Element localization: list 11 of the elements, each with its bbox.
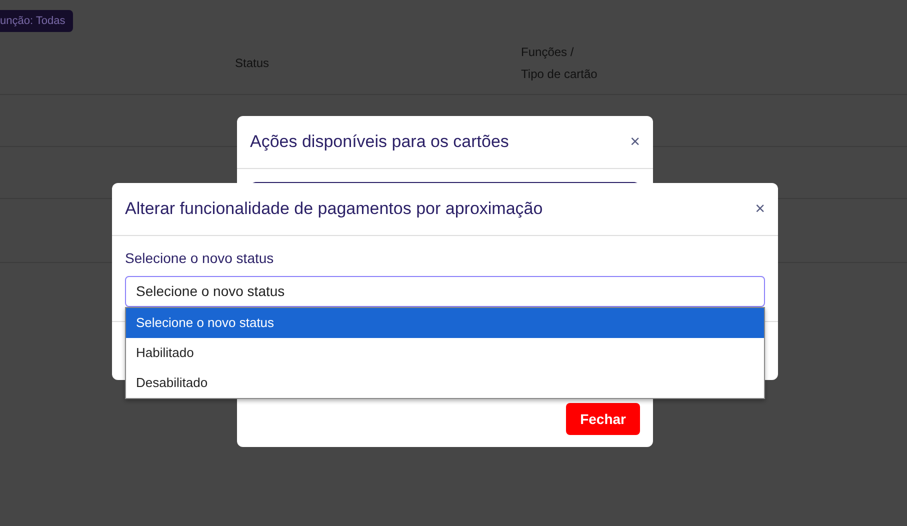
modal-title: Ações disponíveis para os cartões bbox=[250, 132, 509, 152]
close-button[interactable]: × bbox=[755, 199, 765, 219]
close-button[interactable]: × bbox=[630, 132, 640, 152]
close-button[interactable]: Fechar bbox=[566, 403, 640, 435]
field-label: Selecione o novo status bbox=[125, 250, 275, 266]
dropdown-option[interactable]: Habilitado bbox=[126, 338, 764, 368]
status-select[interactable]: Selecione o novo status bbox=[125, 276, 765, 307]
modal-title: Alterar funcionalidade de pagamentos por aproximação bbox=[125, 199, 543, 219]
filter-badge[interactable]: unção: Todas bbox=[0, 10, 74, 32]
dropdown-option[interactable]: Selecione o novo status bbox=[126, 308, 764, 338]
dropdown-option[interactable]: Desabilitado bbox=[126, 368, 764, 398]
